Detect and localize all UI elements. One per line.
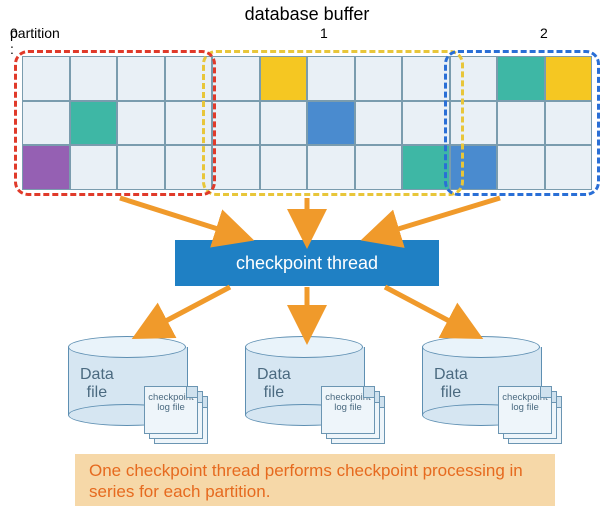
partition-box-0 (14, 50, 216, 196)
checkpoint-log-stack: checkpointlog file (498, 386, 562, 444)
checkpoint-log-stack: checkpointlog file (144, 386, 208, 444)
checkpoint-log-stack: checkpointlog file (321, 386, 385, 444)
caption-box: One checkpoint thread performs checkpoin… (75, 454, 555, 506)
database-buffer-grid (22, 56, 592, 190)
data-file-cylinder-2: Datafile checkpointlog file (422, 336, 540, 426)
checkpoint-log-label: checkpointlog file (144, 386, 198, 434)
partition-labels: partition : 0 1 2 (0, 25, 614, 45)
partition-box-2 (444, 50, 600, 196)
partition-label-2: 2 (540, 25, 548, 41)
data-file-label: Datafile (80, 366, 114, 401)
diagram-title: database buffer (0, 4, 614, 25)
checkpoint-log-label: checkpointlog file (321, 386, 375, 434)
checkpoint-log-label: checkpointlog file (498, 386, 552, 434)
data-file-cylinder-1: Datafile checkpointlog file (245, 336, 363, 426)
data-file-label: Datafile (257, 366, 291, 401)
data-file-label: Datafile (434, 366, 468, 401)
checkpoint-thread-box: checkpoint thread (175, 240, 439, 286)
data-file-cylinder-0: Datafile checkpointlog file (68, 336, 186, 426)
partition-label-1: 1 (320, 25, 328, 41)
partition-box-1 (202, 50, 464, 196)
